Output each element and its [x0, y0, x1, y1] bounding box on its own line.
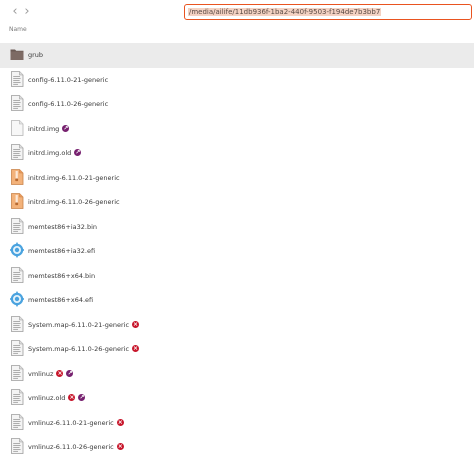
file-name: config-6.11.0-21-generic [28, 68, 108, 92]
location-entry-text: /media/ailife/11db936f-1ba2-440f-9503-f1… [188, 8, 382, 16]
text-file-icon [10, 438, 24, 454]
folder-icon [10, 46, 24, 62]
file-name: memtest86+ia32.efi [28, 239, 95, 263]
file-name-text: memtest86+ia32.efi [28, 247, 96, 255]
file-name: vmlinuz-6.11.0-21-generic × [28, 411, 124, 435]
file-row[interactable]: config-6.11.0-26-generic [0, 92, 474, 117]
executable-icon [10, 242, 24, 258]
text-file-icon [10, 364, 24, 381]
file-row[interactable]: vmlinuz-6.11.0-26-generic × [0, 435, 474, 460]
text-file-icon [10, 70, 24, 87]
file-name: System.map-6.11.0-26-generic × [28, 337, 140, 361]
location-entry[interactable]: /media/ailife/11db936f-1ba2-440f-9503-f1… [184, 4, 472, 20]
file-row[interactable]: initrd.img-6.11.0-26-generic [0, 190, 474, 215]
text-file-icon [10, 95, 24, 111]
column-header-name[interactable]: Name [9, 26, 27, 34]
file-name-text: grub [28, 51, 44, 59]
unreadable-emblem-icon: × [56, 369, 64, 377]
file-name: vmlinuz × ↗ [28, 362, 74, 386]
text-file-icon [10, 217, 24, 234]
file-name: grub [28, 43, 43, 67]
file-name-text: initrd.img-6.11.0-26-generic [28, 198, 120, 206]
unreadable-emblem-icon: × [132, 320, 140, 328]
text-file-icon [10, 340, 24, 356]
file-name-text: System.map-6.11.0-26-generic [28, 345, 130, 353]
toolbar: ‹ › /media/ailife/11db936f-1ba2-440f-950… [0, 0, 474, 26]
file-row[interactable]: initrd.img.old ↗ [0, 141, 474, 166]
file-row[interactable]: initrd.img-6.11.0-21-generic [0, 166, 474, 191]
symlink-emblem-icon: ↗ [78, 394, 86, 401]
archive-file-icon [10, 193, 24, 209]
file-name-text: vmlinuz-6.11.0-21-generic [28, 418, 114, 427]
file-name-text: initrd.img.old [28, 149, 72, 157]
file-name: initrd.img-6.11.0-26-generic [28, 190, 120, 214]
file-name: memtest86+x64.bin [28, 264, 95, 288]
file-name: initrd.img.old ↗ [28, 141, 82, 165]
file-row[interactable]: memtest86+x64.efi [0, 288, 474, 313]
file-name: config-6.11.0-26-generic [28, 92, 108, 116]
file-name-text: System.map-6.11.0-21-generic [28, 320, 130, 329]
symlink-emblem-icon: ↗ [74, 149, 82, 156]
file-name-text: config-6.11.0-21-generic [28, 75, 109, 84]
file-name-text: vmlinuz [28, 369, 54, 378]
file-name: vmlinuz.old × ↗ [28, 386, 86, 410]
file-row[interactable]: System.map-6.11.0-21-generic × [0, 313, 474, 338]
text-file-icon [10, 315, 24, 332]
file-row[interactable]: config-6.11.0-21-generic [0, 68, 474, 93]
file-name-text: vmlinuz.old [28, 394, 66, 402]
file-row[interactable]: memtest86+x64.bin [0, 264, 474, 289]
file-name: initrd.img-6.11.0-21-generic [28, 166, 120, 190]
unreadable-emblem-icon: × [116, 443, 124, 450]
text-file-icon [10, 389, 24, 405]
executable-icon [10, 291, 24, 307]
archive-file-icon [10, 168, 24, 185]
file-name: initrd.img ↗ [28, 117, 70, 141]
file-name-text: vmlinuz-6.11.0-26-generic [28, 443, 114, 451]
file-name: System.map-6.11.0-21-generic × [28, 313, 140, 337]
file-name: vmlinuz-6.11.0-26-generic × [28, 435, 124, 459]
file-name-text: memtest86+x64.efi [28, 296, 94, 304]
file-name: memtest86+ia32.bin [28, 215, 97, 239]
unreadable-emblem-icon: × [116, 418, 124, 426]
file-list: grub config-6.11.0-21-generic config-6.11.… [0, 43, 474, 460]
forward-button[interactable]: › [20, 5, 34, 19]
unreadable-emblem-icon: × [68, 394, 76, 401]
symlink-emblem-icon: ↗ [66, 369, 74, 377]
unreadable-emblem-icon: × [132, 345, 140, 352]
text-file-icon [10, 413, 24, 430]
file-row[interactable]: System.map-6.11.0-26-generic × [0, 337, 474, 362]
text-file-icon [10, 266, 24, 283]
file-name-text: initrd.img [28, 124, 60, 133]
file-name: memtest86+x64.efi [28, 288, 93, 312]
file-name-text: memtest86+ia32.bin [28, 222, 98, 231]
file-row[interactable]: grub [0, 43, 474, 68]
file-row[interactable]: memtest86+ia32.bin [0, 215, 474, 240]
file-row[interactable]: vmlinuz-6.11.0-21-generic × [0, 411, 474, 436]
file-name-text: memtest86+x64.bin [28, 271, 96, 280]
file-name-text: config-6.11.0-26-generic [28, 100, 109, 108]
symlink-emblem-icon: ↗ [62, 124, 70, 132]
file-row[interactable]: vmlinuz × ↗ [0, 362, 474, 387]
file-row[interactable]: vmlinuz.old × ↗ [0, 386, 474, 411]
text-file-icon [10, 144, 24, 160]
blank-file-icon [10, 119, 24, 136]
file-row[interactable]: memtest86+ia32.efi [0, 239, 474, 264]
file-name-text: initrd.img-6.11.0-21-generic [28, 173, 120, 182]
file-row[interactable]: initrd.img ↗ [0, 117, 474, 142]
